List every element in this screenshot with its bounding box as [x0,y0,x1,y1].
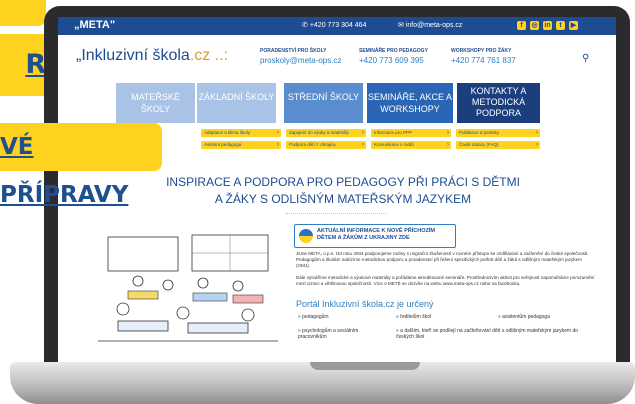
contact-workshopy-value: +420 774 761 837 [451,56,516,65]
promo-tag-top[interactable] [0,0,46,26]
audience-item-1: » ředitelům škol [396,314,431,320]
hero-divider [286,213,386,217]
nav-stredni-skoly[interactable]: STŘEDNÍ ŠKOLY [284,83,363,123]
portal-heading: Portál Inkluzivní škola.cz je určený [296,299,434,309]
audience-item-3: » psychologům a sociálním pracovníkům [298,328,388,340]
contact-poradenstvi[interactable]: PORADENSTVÍ PRO ŠKOLY proskoly@meta-ops.… [260,48,341,65]
arrow-icon: » [298,314,301,320]
arrow-icon: » [498,314,501,320]
about-paragraph: Jsme META, o.p.s. Od roku 2004 podporuje… [296,251,589,268]
top-email-address: info@meta-ops.cz [405,22,463,29]
contact-seminare-label: SEMINÁŘE PRO PEDAGOGY [359,48,428,54]
nav-materske-skoly[interactable]: MATEŘSKÉ ŠKOLY [116,83,195,123]
nav-seminare[interactable]: SEMINÁŘE, AKCE A WORKSHOPY [367,83,453,123]
hero-line-1: INSPIRACE A PODPORA PRO PEDAGOGY PŘI PRÁ… [166,175,520,189]
contact-workshopy[interactable]: WORKSHOPY PRO ŽÁKY +420 774 761 837 [451,48,516,65]
audience-item-2: » asistentům pedagoga [498,314,550,320]
hero-heading: INSPIRACE A PODPORA PRO PEDAGOGY PŘI PRÁ… [158,174,528,208]
submenu-item-2[interactable]: Zapojení do výuky a materiály [286,129,366,137]
ukraine-flag-icon [299,229,313,243]
promo-tag-pripravy[interactable]: VÉ PŘÍPRAVY [0,123,162,208]
youtube-icon[interactable]: ▶ [569,21,578,30]
top-bar: „META" ✆ +420 773 304 464 ✉ info@meta-op… [58,17,616,35]
audience-item-2-label: asistentům pedagoga [502,314,550,320]
submenu-item-5[interactable]: Komunikace s rodiči [371,141,451,149]
site-logo-dots: ..: [214,47,229,64]
instagram-icon[interactable]: ◎ [530,21,539,30]
top-email[interactable]: ✉ info@meta-ops.cz [398,21,462,29]
submenu-item-7[interactable]: Časté dotazy (FAQ) [456,141,540,149]
site-logo[interactable]: „Inkluzivní škola.cz ..: [76,47,228,65]
submenu-item-0[interactable]: Adaptace a klima školy [201,129,281,137]
promo-tag-pripravy-label[interactable]: VÉ PŘÍPRAVY [0,123,154,219]
submenu-item-3[interactable]: Podpora dětí z Ukrajiny [286,141,366,149]
nav-kontakty[interactable]: KONTAKTY A METODICKÁ PODPORA [457,83,540,123]
submenu-item-4[interactable]: Informace pro PPP [371,129,451,137]
contact-workshopy-label: WORKSHOPY PRO ŽÁKY [451,48,512,54]
site-logo-text: „Inkluzivní škola [76,47,190,64]
contact-seminare[interactable]: SEMINÁŘE PRO PEDAGOGY +420 773 609 395 [359,48,428,65]
top-phone[interactable]: ✆ +420 773 304 464 [302,21,366,29]
contact-poradenstvi-label: PORADENSTVÍ PRO ŠKOLY [260,48,327,54]
top-phone-number: +420 773 304 464 [309,22,367,29]
audience-item-0-label: pedagogům [302,314,329,320]
about-paragraph-2: Dále vytváříme metodické a výukové mater… [296,275,595,286]
twitter-icon[interactable]: t [556,21,565,30]
site-logo-tld: .cz [189,47,211,64]
audience-item-3-label: psychologům a sociálním pracovníkům [298,328,359,340]
mail-icon: ✉ [398,22,404,29]
nav-zakladni-skoly[interactable]: ZÁKLADNÍ ŠKOLY [197,83,276,123]
audience-item-4-label: a dalším, kteří se podílejí na začleňová… [396,328,579,340]
linkedin-icon[interactable]: in [543,21,552,30]
facebook-icon[interactable]: f [517,21,526,30]
contact-poradenstvi-value: proskoly@meta-ops.cz [260,56,342,65]
ukraine-info-box[interactable]: AKTUÁLNÍ INFORMACE K NOVĚ PŘÍCHOZÍM DĚTE… [294,224,456,248]
classroom-illustration [98,229,278,347]
hero-line-2: A ŽÁKY S ODLIŠNÝM MATEŘSKÝM JAZYKEM [214,192,472,206]
meta-logo[interactable]: „META" [74,19,115,31]
arrow-icon: » [396,314,399,320]
laptop-notch [310,362,420,370]
submenu-item-6[interactable]: Publikace a postoky [456,129,540,137]
ukraine-info-text: AKTUÁLNÍ INFORMACE K NOVĚ PŘÍCHOZÍM DĚTE… [317,228,435,241]
submenu-item-1[interactable]: Asistent pedagoga [201,141,281,149]
audience-item-1-label: ředitelům škol [400,314,432,320]
search-icon[interactable]: ⚲ [582,53,589,64]
audience-item-0: » pedagogům [298,314,329,320]
contact-seminare-value: +420 773 609 395 [359,56,424,65]
audience-item-4: » a dalším, kteří se podílejí na začleňo… [396,328,596,340]
phone-icon: ✆ [302,22,308,29]
